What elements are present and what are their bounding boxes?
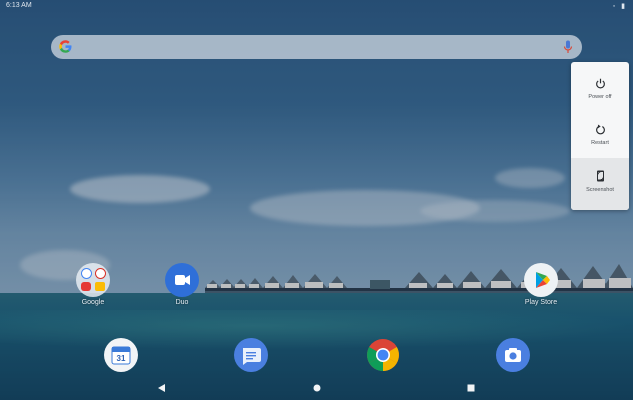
camera-icon xyxy=(505,348,521,362)
screenshot-icon xyxy=(596,170,604,182)
google-search-bar[interactable] xyxy=(51,35,582,59)
app-label: Duo xyxy=(175,299,189,306)
duo-icon xyxy=(165,263,199,297)
screenshot-label: Screenshot xyxy=(586,187,614,193)
dim-scrim[interactable] xyxy=(0,0,633,400)
drive-mini-icon xyxy=(95,282,105,291)
google-folder-icon xyxy=(76,263,110,297)
play-store-icon xyxy=(524,263,558,297)
chrome-icon xyxy=(367,339,399,371)
back-triangle-icon xyxy=(158,384,165,392)
message-bubble-icon xyxy=(243,348,261,365)
google-mini-icon xyxy=(81,268,92,279)
chrome-app-icon[interactable] xyxy=(366,338,400,372)
youtube-mini-icon xyxy=(81,282,91,291)
gmail-mini-icon xyxy=(95,268,106,279)
power-menu: Power off Restart Screenshot xyxy=(571,62,629,210)
restart-label: Restart xyxy=(591,140,609,146)
google-g-icon xyxy=(59,40,72,53)
power-icon xyxy=(595,78,605,89)
video-camera-icon xyxy=(175,275,190,285)
recents-square-icon xyxy=(467,384,475,392)
status-icons: ◦ ▮ xyxy=(612,3,627,10)
restart-button[interactable]: Restart xyxy=(571,112,629,158)
back-button[interactable] xyxy=(154,381,170,395)
camera-app-icon[interactable] xyxy=(496,338,530,372)
calendar-day: 31 xyxy=(116,354,126,363)
power-off-label: Power off xyxy=(588,94,612,100)
play-triangle-icon xyxy=(536,272,550,288)
microphone-icon[interactable] xyxy=(563,40,573,54)
app-google-folder[interactable]: Google xyxy=(71,263,115,306)
messages-app-icon[interactable] xyxy=(234,338,268,372)
recents-button[interactable] xyxy=(463,381,479,395)
app-duo[interactable]: Duo xyxy=(160,263,204,306)
home-circle-icon xyxy=(313,384,321,392)
navigation-bar xyxy=(0,376,633,400)
home-button[interactable] xyxy=(309,381,325,395)
restart-icon xyxy=(595,124,605,135)
status-bar: 6:13 AM ◦ ▮ xyxy=(0,0,633,14)
power-off-button[interactable]: Power off xyxy=(571,66,629,112)
app-play-store[interactable]: Play Store xyxy=(519,263,563,306)
calendar-app-icon[interactable]: 31 xyxy=(104,338,138,372)
status-time: 6:13 AM xyxy=(6,2,32,9)
app-label: Play Store xyxy=(524,299,558,306)
screenshot-button[interactable]: Screenshot xyxy=(571,158,629,210)
app-label: Google xyxy=(81,299,105,306)
